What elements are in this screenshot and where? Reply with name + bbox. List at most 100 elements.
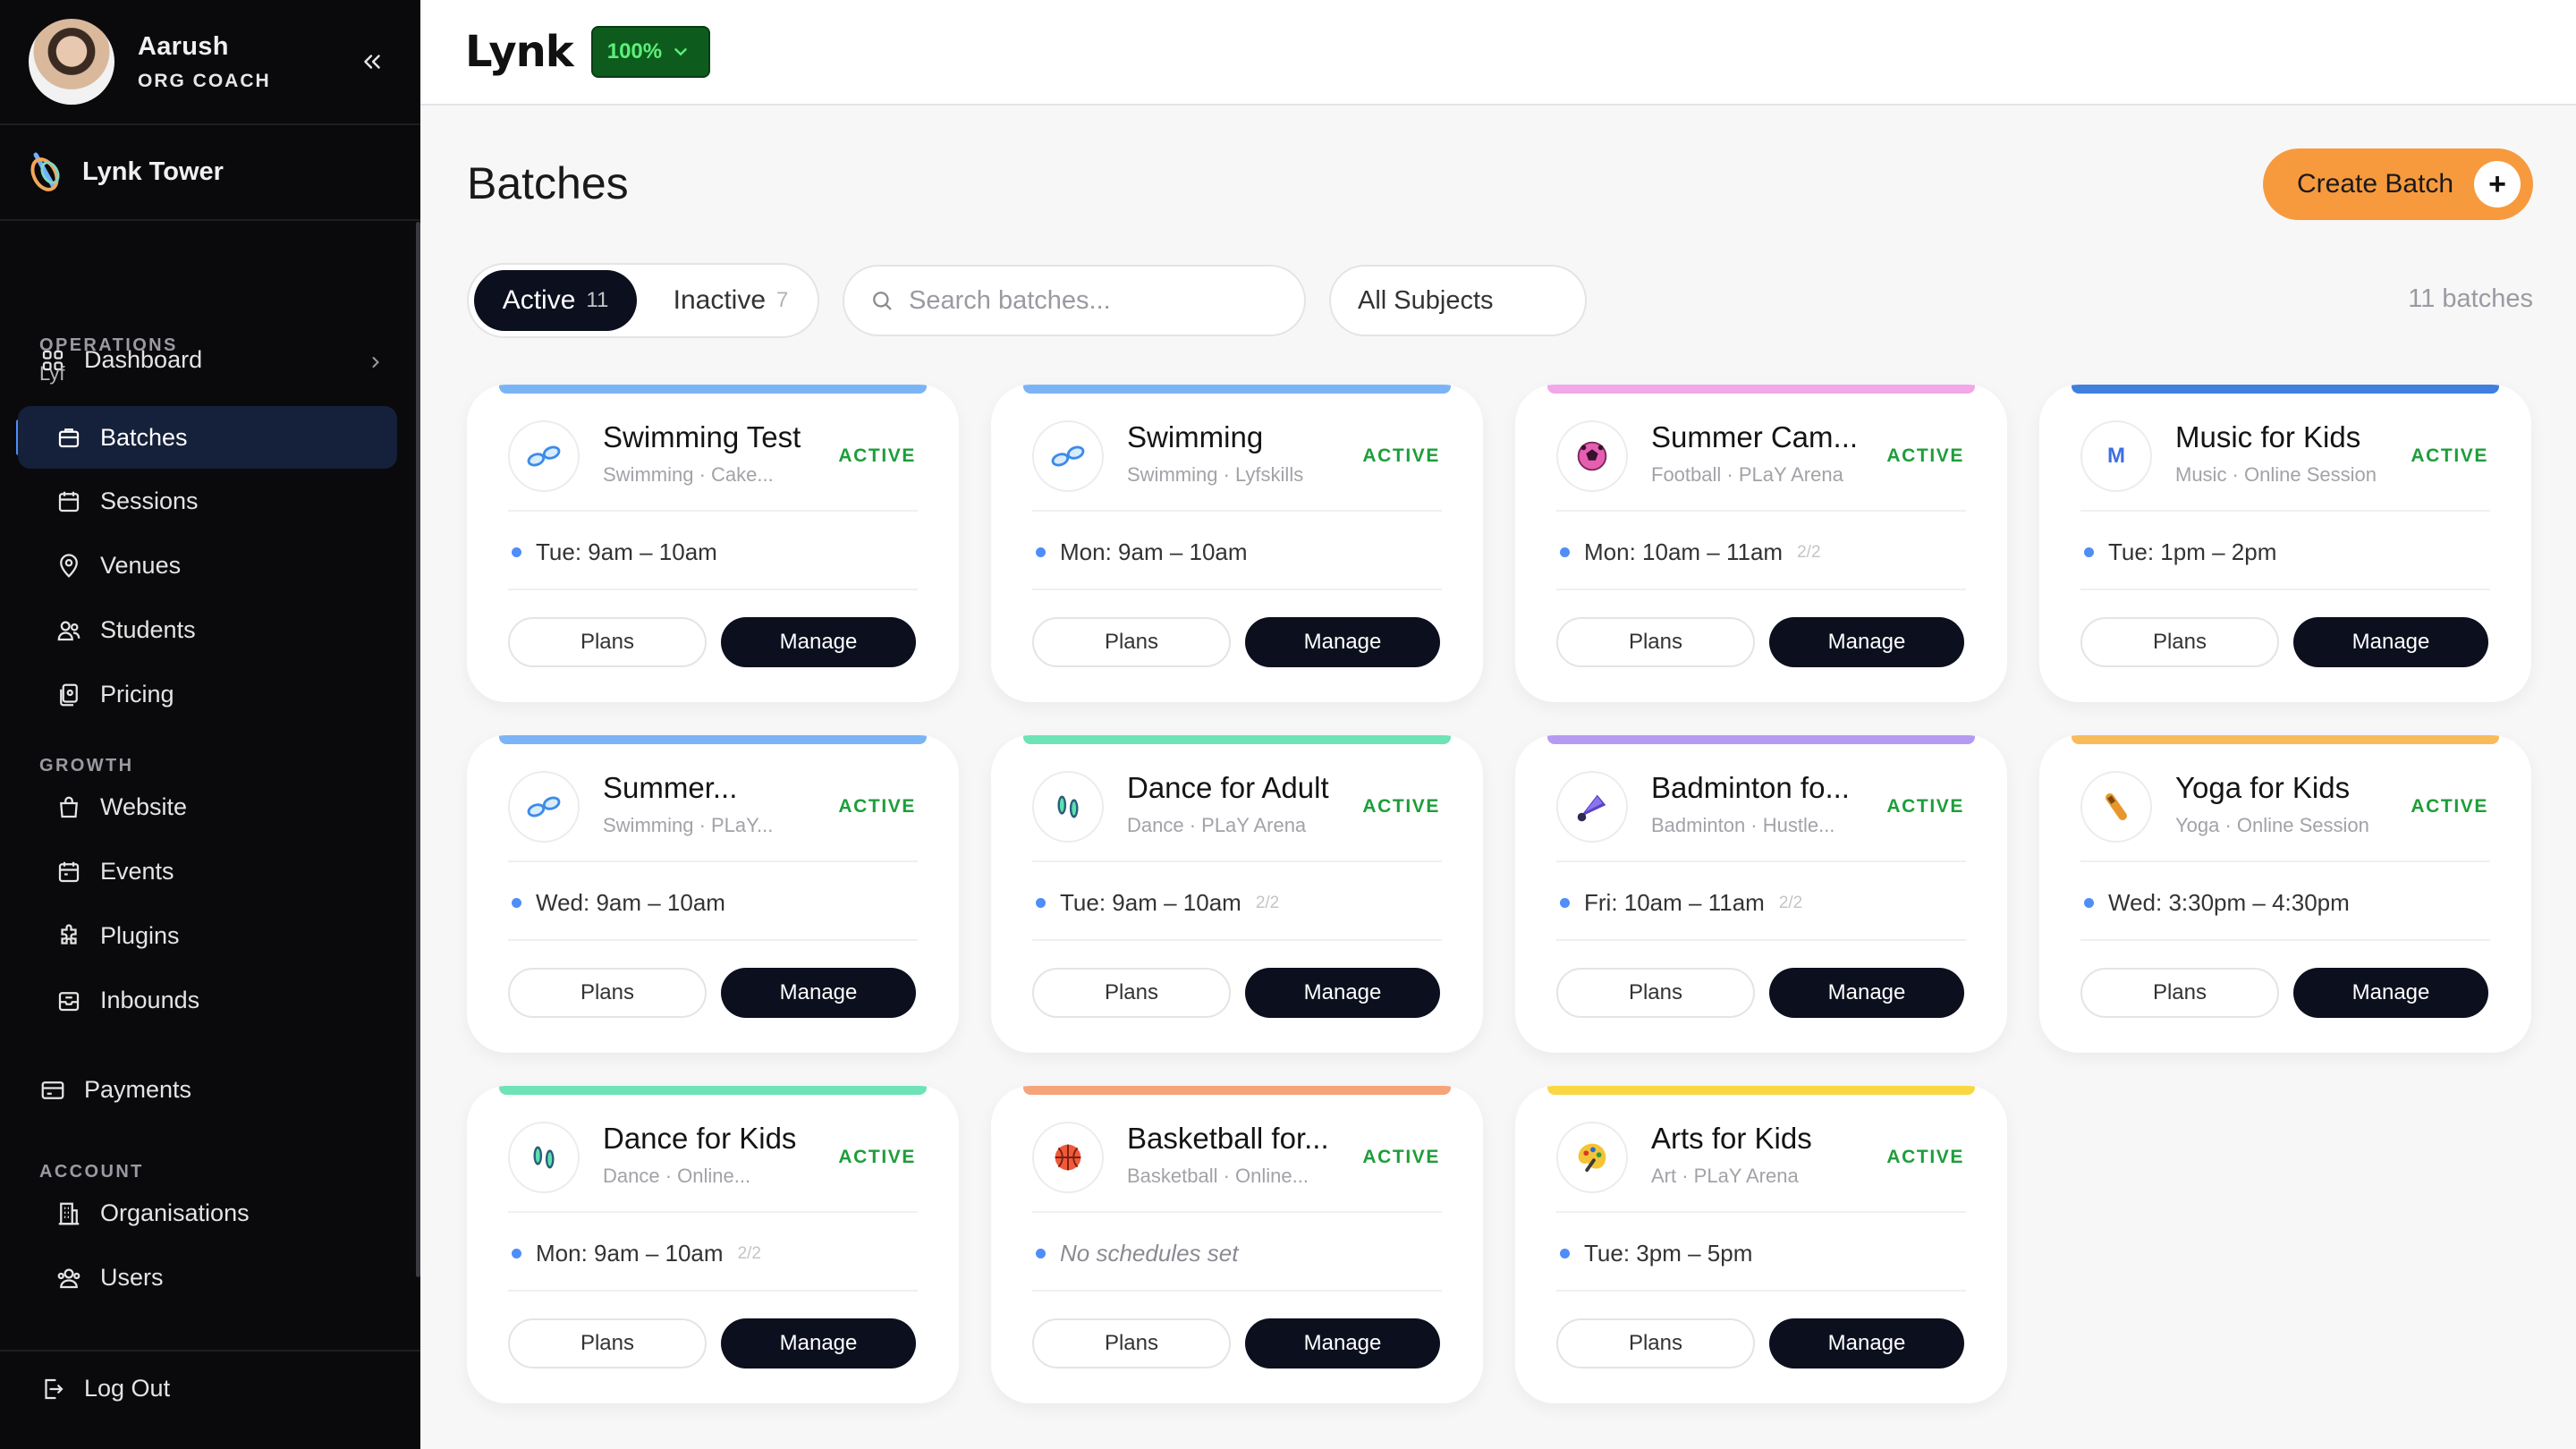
plans-button[interactable]: Plans: [508, 1318, 707, 1368]
sidebar-item-plugins[interactable]: Plugins: [55, 922, 180, 950]
plans-button[interactable]: Plans: [1032, 968, 1231, 1018]
card-schedule: No schedules set: [1036, 1240, 1238, 1267]
manage-button[interactable]: Manage: [721, 1318, 916, 1368]
batch-card[interactable]: Summer... Swimming · PLaY... ACTIVE Wed: 9a…: [467, 735, 959, 1053]
manage-button[interactable]: Manage: [721, 617, 916, 667]
manage-button[interactable]: Manage: [2293, 617, 2488, 667]
status-badge: ACTIVE: [1362, 445, 1440, 466]
users-gear-icon: [57, 1268, 80, 1288]
users-icon: [57, 621, 80, 640]
batch-card[interactable]: Badminton fo... Badminton · Hustle... ACTI…: [1515, 735, 2007, 1053]
footprints-icon: [508, 1122, 580, 1193]
yoga-mat-icon: [2080, 771, 2152, 843]
card-subtitle: Football · PLaY Arena: [1651, 463, 1843, 486]
logout-button[interactable]: Log Out: [39, 1375, 170, 1402]
card-subtitle: Swimming · Lyfskills: [1127, 463, 1304, 486]
schedule-text: No schedules set: [1060, 1240, 1239, 1267]
status-badge: ACTIVE: [838, 445, 916, 466]
puzzle-icon: [61, 923, 77, 945]
batch-card[interactable]: Swimming Swimming · Lyfskills ACTIVE Mon: 9…: [991, 385, 1483, 702]
card-schedule: Tue: 1pm – 2pm: [2084, 538, 2276, 566]
sidebar-item-pricing[interactable]: Pricing: [55, 681, 174, 708]
manage-button[interactable]: Manage: [1769, 968, 1964, 1018]
subject-filter-dropdown[interactable]: All Subjects: [1329, 265, 1587, 336]
plans-button[interactable]: Plans: [508, 617, 707, 667]
schedule-text: Tue: 9am – 10am: [536, 538, 717, 565]
batch-card[interactable]: Arts for Kids Art · PLaY Arena ACTIVE Tue: …: [1515, 1086, 2007, 1403]
avatar[interactable]: [29, 19, 114, 105]
card-divider: [1032, 1290, 1442, 1292]
card-divider: [1556, 1290, 1966, 1292]
sidebar-item-organisations[interactable]: Organisations: [55, 1199, 250, 1227]
card-divider: [508, 510, 918, 512]
capacity-text: 2/2: [1797, 542, 1821, 562]
app-logo[interactable]: Lynk: [465, 27, 574, 77]
card-subtitle: Swimming · PLaY...: [603, 814, 774, 836]
card-title: Dance for Adult: [1127, 771, 1329, 804]
sidebar-item-label: Organisations: [100, 1199, 250, 1226]
tab-active[interactable]: Active 11: [474, 270, 637, 331]
manage-button[interactable]: Manage: [1245, 617, 1440, 667]
batch-card[interactable]: Summer Cam... Football · PLaY Arena ACTIVE…: [1515, 385, 2007, 702]
batch-card[interactable]: Swimming Test Swimming · Cake... ACTIVE Tue…: [467, 385, 959, 702]
manage-button[interactable]: Manage: [2293, 968, 2488, 1018]
batch-card[interactable]: M Music for Kids Music · Online Session ACT…: [2039, 385, 2531, 702]
schedule-dot-icon: [1560, 898, 1570, 908]
card-title: Dance for Kids: [603, 1122, 797, 1155]
chevron-right-icon[interactable]: [367, 353, 385, 371]
manage-button[interactable]: Manage: [1769, 1318, 1964, 1368]
collapse-sidebar-button[interactable]: [352, 42, 392, 81]
search-input[interactable]: [909, 285, 1284, 316]
card-accent-bar: [2072, 385, 2499, 394]
sidebar-item-inbounds[interactable]: Inbounds: [55, 987, 199, 1014]
card-subtitle: Swimming · Cake...: [603, 463, 774, 486]
manage-button[interactable]: Manage: [1245, 968, 1440, 1018]
sidebar-item-payments[interactable]: Payments: [39, 1076, 191, 1104]
manage-button[interactable]: Manage: [1245, 1318, 1440, 1368]
sidebar-item-events[interactable]: Events: [55, 858, 174, 886]
sidebar: Aarush ORG COACH Lynk Tower Dashboard OP…: [0, 0, 420, 1449]
building-icon: [58, 1202, 80, 1224]
lynk-logo-icon: [30, 152, 60, 191]
tab-inactive[interactable]: Inactive 7: [648, 270, 814, 331]
plans-button[interactable]: Plans: [2080, 617, 2279, 667]
plans-button[interactable]: Plans: [1032, 1318, 1231, 1368]
batch-card[interactable]: Dance for Adult Dance · PLaY Arena ACTIVE T…: [991, 735, 1483, 1053]
sidebar-item-website[interactable]: Website: [55, 793, 187, 821]
plans-button[interactable]: Plans: [1556, 617, 1755, 667]
card-schedule: Mon: 9am – 10am 2/2: [512, 1240, 761, 1267]
card-accent-bar: [1547, 735, 1975, 744]
plans-button[interactable]: Plans: [2080, 968, 2279, 1018]
card-divider: [1556, 510, 1966, 512]
goggles-icon: [508, 420, 580, 492]
card-divider: [508, 589, 918, 590]
manage-button[interactable]: Manage: [1769, 617, 1964, 667]
football-icon: [1556, 420, 1628, 492]
create-batch-button[interactable]: Create Batch +: [2263, 148, 2533, 220]
card-accent-bar: [1023, 385, 1451, 394]
sidebar-item-students[interactable]: Students: [55, 616, 196, 644]
sidebar-item-users[interactable]: Users: [55, 1264, 164, 1292]
sidebar-item-venues[interactable]: Venues: [55, 552, 181, 580]
plans-button[interactable]: Plans: [1556, 968, 1755, 1018]
org-name: Lynk Tower: [82, 157, 224, 186]
batch-card[interactable]: Basketball for... Basketball · Online... A…: [991, 1086, 1483, 1403]
manage-button[interactable]: Manage: [721, 968, 916, 1018]
sidebar-item-batches[interactable]: Batches: [18, 406, 397, 469]
plans-button[interactable]: Plans: [1556, 1318, 1755, 1368]
batch-card[interactable]: Yoga for Kids Yoga · Online Session ACTIVE…: [2039, 735, 2531, 1053]
sidebar-item-label: Events: [100, 858, 174, 885]
user-name: Aarush: [138, 31, 229, 61]
search-box: [843, 265, 1306, 336]
schedule-text: Mon: 10am – 11am: [1584, 538, 1784, 565]
schedule-text: Tue: 3pm – 5pm: [1584, 1240, 1753, 1267]
plans-button[interactable]: Plans: [508, 968, 707, 1018]
plans-button[interactable]: Plans: [1032, 617, 1231, 667]
sidebar-item-sessions[interactable]: Sessions: [55, 487, 199, 515]
goggles-icon: [1032, 420, 1104, 492]
schedule-text: Tue: 9am – 10am: [1060, 889, 1241, 916]
sidebar-scrollbar[interactable]: [416, 222, 420, 1277]
org-switcher[interactable]: Lynk Tower: [0, 125, 420, 221]
batch-card[interactable]: Dance for Kids Dance · Online... ACTIVE Mon…: [467, 1086, 959, 1403]
zoom-dropdown[interactable]: 100%: [590, 26, 711, 78]
